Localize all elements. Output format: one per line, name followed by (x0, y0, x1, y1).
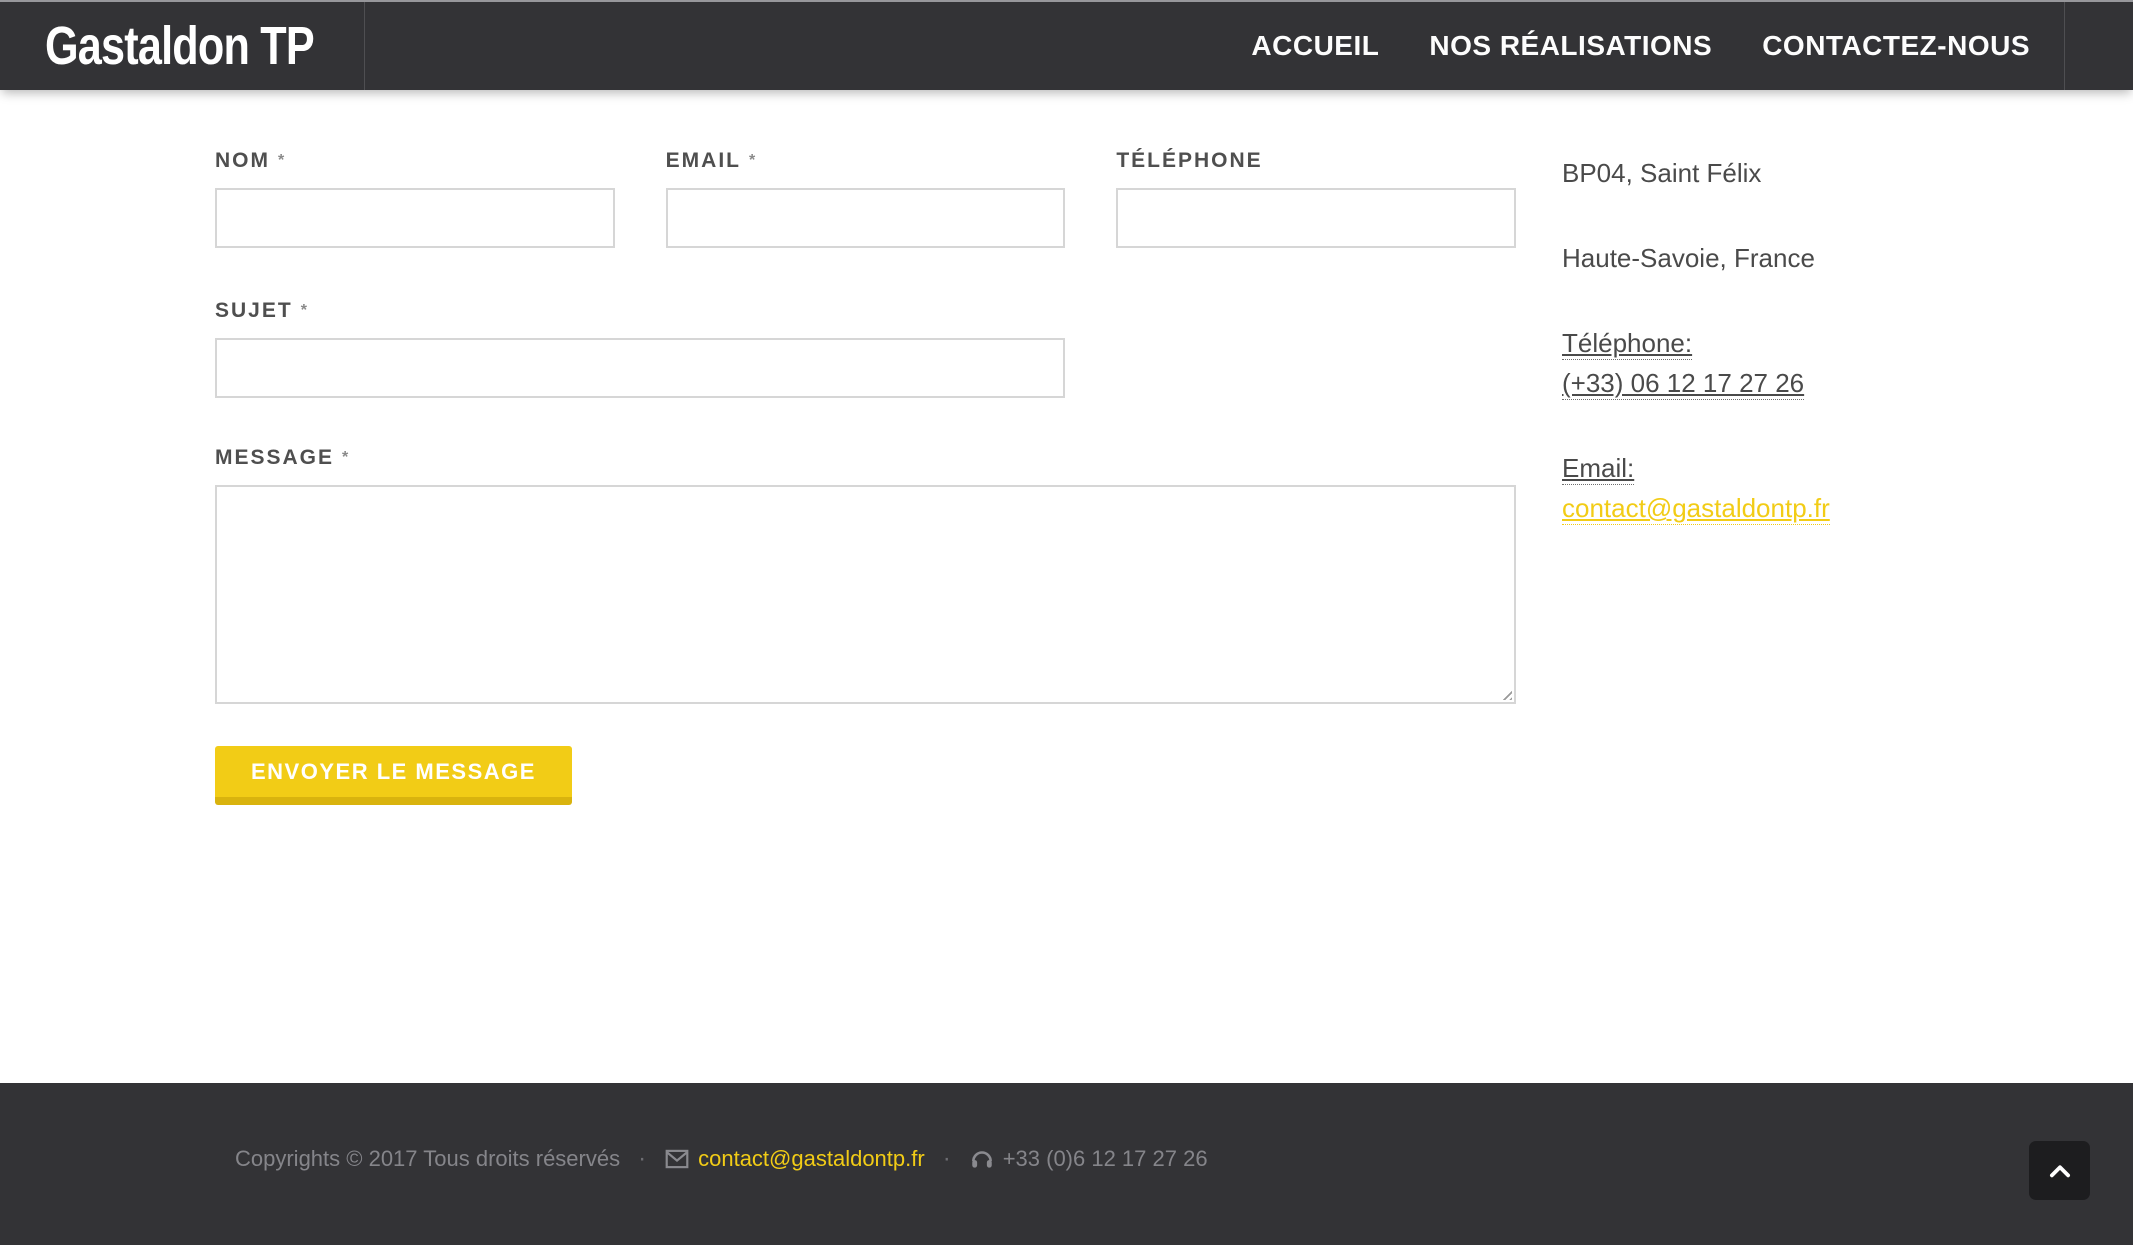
nav-contactez-nous[interactable]: CONTACTEZ-NOUS (1762, 30, 2030, 62)
field-telephone: TÉLÉPHONE (1116, 148, 1516, 248)
footer-phone-item: +33 (0)6 12 17 27 26 (969, 1146, 1208, 1172)
envelope-icon (664, 1146, 690, 1172)
logo[interactable]: Gastaldon TP (0, 2, 365, 90)
required-marker: * (301, 302, 309, 319)
footer-separator: · (638, 1145, 646, 1173)
sujet-input[interactable] (215, 338, 1065, 398)
sujet-label-text: SUJET (215, 299, 293, 322)
logo-text: Gastaldon TP (45, 15, 314, 77)
nom-input[interactable] (215, 188, 615, 248)
footer-line: Copyrights © 2017 Tous droits réservés ·… (235, 1145, 2133, 1173)
required-marker: * (749, 152, 757, 169)
required-marker: * (278, 152, 286, 169)
email-link[interactable]: contact@gastaldontp.fr (1562, 493, 1830, 525)
message-label: MESSAGE * (215, 445, 1516, 471)
email-input[interactable] (666, 188, 1066, 248)
email-label-text: EMAIL (666, 149, 741, 172)
field-email: EMAIL * (666, 148, 1066, 248)
address-line-1: BP04, Saint Félix (1562, 153, 1962, 193)
header-divider (2064, 2, 2065, 90)
address-line-2: Haute-Savoie, France (1562, 238, 1962, 278)
chevron-up-icon (2045, 1156, 2075, 1186)
footer: Copyrights © 2017 Tous droits réservés ·… (0, 1083, 2133, 1245)
main-content: NOM * EMAIL * TÉLÉPHONE (0, 90, 2133, 1083)
footer-phone-number: +33 (0)6 12 17 27 26 (1003, 1146, 1208, 1172)
sujet-label: SUJET * (215, 298, 1065, 324)
email-block: Email: contact@gastaldontp.fr (1562, 448, 1962, 528)
scroll-to-top-button[interactable] (2029, 1141, 2090, 1200)
phone-block: Téléphone: (+33) 06 12 17 27 26 (1562, 323, 1962, 403)
copyright-text: Copyrights © 2017 Tous droits réservés (235, 1146, 620, 1172)
message-textarea[interactable] (215, 485, 1516, 704)
telephone-label-text: TÉLÉPHONE (1116, 149, 1262, 172)
footer-email-item: contact@gastaldontp.fr (664, 1146, 925, 1172)
footer-email-link[interactable]: contact@gastaldontp.fr (698, 1146, 925, 1172)
nom-label-text: NOM (215, 149, 270, 172)
phone-heading: Téléphone: (1562, 328, 1692, 360)
email-label: EMAIL * (666, 148, 1066, 174)
phone-number: (+33) 06 12 17 27 26 (1562, 368, 1804, 400)
required-marker: * (342, 449, 350, 466)
main-nav: ACCUEIL NOS RÉALISATIONS CONTACTEZ-NOUS (1251, 30, 2133, 62)
contact-info: BP04, Saint Félix Haute-Savoie, France T… (1562, 148, 1962, 1083)
message-textarea-wrap (215, 485, 1516, 704)
message-label-text: MESSAGE (215, 446, 334, 469)
form-row-1: NOM * EMAIL * TÉLÉPHONE (215, 148, 1516, 248)
field-sujet: SUJET * (215, 298, 1065, 398)
submit-button[interactable]: ENVOYER LE MESSAGE (215, 746, 572, 805)
nav-accueil[interactable]: ACCUEIL (1251, 30, 1379, 62)
footer-separator: · (943, 1145, 951, 1173)
headset-icon (969, 1146, 995, 1172)
page: Gastaldon TP ACCUEIL NOS RÉALISATIONS CO… (0, 0, 2133, 1245)
contact-form: NOM * EMAIL * TÉLÉPHONE (215, 148, 1516, 1083)
header: Gastaldon TP ACCUEIL NOS RÉALISATIONS CO… (0, 0, 2133, 90)
email-heading: Email: (1562, 453, 1634, 485)
nom-label: NOM * (215, 148, 615, 174)
field-nom: NOM * (215, 148, 615, 248)
telephone-label: TÉLÉPHONE (1116, 148, 1516, 174)
nav-nos-realisations[interactable]: NOS RÉALISATIONS (1429, 30, 1712, 62)
telephone-input[interactable] (1116, 188, 1516, 248)
field-message: MESSAGE * (215, 445, 1516, 704)
